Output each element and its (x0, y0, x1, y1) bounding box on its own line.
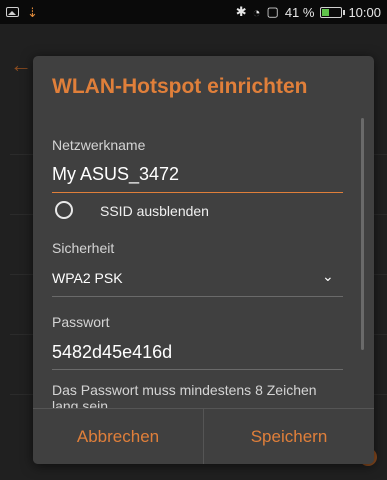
network-name-underline (52, 192, 343, 193)
password-field[interactable]: 5482d45e416d (52, 342, 172, 363)
cancel-button[interactable]: Abbrechen (33, 409, 204, 464)
hotspot-setup-dialog: WLAN-Hotspot einrichten Netzwerkname My … (33, 56, 374, 464)
chevron-down-icon[interactable]: ⌄ (322, 268, 334, 285)
bluetooth-icon: ✱ (235, 4, 247, 19)
clock: 10:00 (348, 4, 381, 20)
security-underline (52, 296, 343, 297)
download-icon: ⇣ (27, 4, 38, 20)
sim-icon: ▢ (266, 4, 279, 19)
image-icon (6, 7, 19, 17)
dialog-title: WLAN-Hotspot einrichten (52, 75, 308, 98)
status-bar: ⇣ ✱ ◔ ▢ 41 % 10:00 (0, 0, 387, 24)
back-arrow-icon: ← (10, 52, 32, 77)
battery-percent: 41 % (284, 4, 315, 20)
password-underline (52, 369, 343, 370)
dialog-scrollbar[interactable] (361, 118, 364, 350)
battery-level (322, 8, 330, 16)
battery-icon (320, 6, 346, 18)
network-name-label: Netzwerkname (52, 137, 146, 153)
dialog-button-bar: Abbrechen Speichern (33, 408, 374, 464)
network-name-field[interactable]: My ASUS_3472 (52, 164, 179, 185)
save-button[interactable]: Speichern (204, 409, 374, 464)
security-select[interactable]: WPA2 PSK (52, 270, 123, 286)
hide-ssid-label[interactable]: SSID ausblenden (100, 203, 209, 219)
status-bar-right: ✱ ◔ ▢ 41 % 10:00 (236, 4, 387, 20)
security-label: Sicherheit (52, 240, 115, 256)
hide-ssid-checkbox[interactable] (55, 201, 73, 219)
signal-icon: ◔ (252, 4, 261, 20)
password-label: Passwort (52, 314, 110, 330)
status-bar-left: ⇣ (0, 6, 38, 19)
